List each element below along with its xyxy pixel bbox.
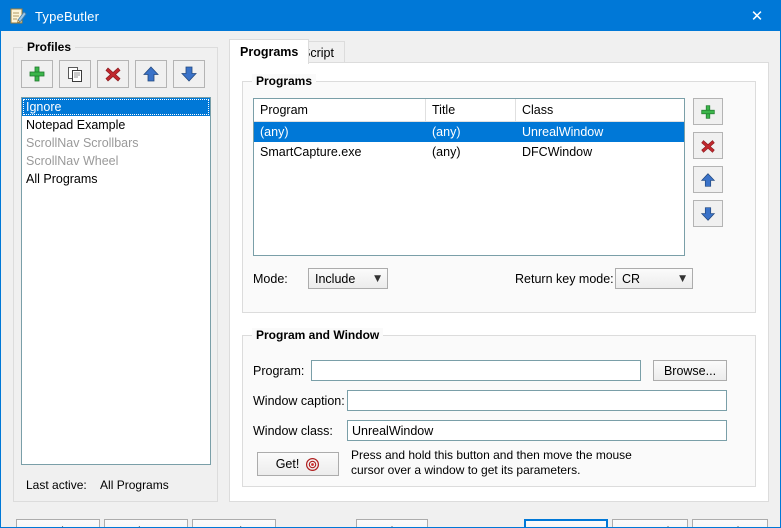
arrow-down-icon — [699, 205, 717, 223]
move-program-up-button[interactable] — [693, 166, 723, 193]
mode-bar: Mode: Include ▼ Return key mode: CR ▼ — [253, 268, 731, 290]
programs-group: Programs Program Title Class (any) (any)… — [242, 81, 756, 313]
program-and-window-group: Program and Window Program: Browse... Wi… — [242, 335, 756, 487]
delete-x-icon — [699, 137, 717, 155]
program-and-window-group-title: Program and Window — [252, 328, 383, 342]
get-button[interactable]: Get! — [257, 452, 339, 476]
column-header-program[interactable]: Program — [254, 99, 426, 121]
add-program-button[interactable] — [693, 98, 723, 125]
plus-icon — [27, 64, 47, 84]
cell-title: (any) — [426, 122, 516, 142]
last-active-status: Last active: All Programs — [26, 478, 169, 492]
profiles-panel: Profiles — [13, 47, 218, 502]
browse-button[interactable]: Browse... — [653, 360, 727, 381]
cell-class: UnrealWindow — [516, 122, 684, 142]
cell-class: DFCWindow — [516, 142, 684, 162]
programs-tab-page: Programs Program Title Class (any) (any)… — [229, 62, 769, 502]
about-button[interactable]: About — [104, 519, 188, 528]
profile-list-item[interactable]: Notepad Example — [22, 116, 210, 134]
profile-list-item[interactable]: All Programs — [22, 170, 210, 188]
chevron-down-icon: ▼ — [374, 274, 381, 284]
last-active-label: Last active: — [26, 478, 87, 492]
profile-list-item[interactable]: ScrollNav Wheel — [22, 152, 210, 170]
mode-select-value: Include — [315, 272, 355, 286]
table-row[interactable]: SmartCapture.exe (any) DFCWindow — [254, 142, 684, 162]
window-caption-input[interactable] — [347, 390, 727, 411]
delete-program-button[interactable] — [693, 132, 723, 159]
help-button[interactable]: Help — [16, 519, 100, 528]
mode-label: Mode: — [253, 268, 288, 290]
table-row[interactable]: (any) (any) UnrealWindow — [254, 122, 684, 142]
return-key-mode-value: CR — [622, 272, 640, 286]
return-key-mode-label: Return key mode: — [515, 268, 614, 290]
programs-table[interactable]: Program Title Class (any) (any) UnrealWi… — [253, 98, 685, 256]
profiles-toolbar — [21, 60, 205, 88]
move-profile-down-button[interactable] — [173, 60, 205, 88]
tab-strip: Programs Script — [229, 39, 769, 63]
close-icon[interactable]: ✕ — [734, 1, 780, 31]
move-program-down-button[interactable] — [693, 200, 723, 227]
options-button[interactable]: Options — [356, 519, 428, 528]
profile-list-item[interactable]: Ignore — [22, 98, 210, 116]
chevron-down-icon: ▼ — [679, 274, 686, 284]
arrow-up-icon — [141, 64, 161, 84]
window-class-row: Window class: — [253, 420, 733, 442]
arrow-up-icon — [699, 171, 717, 189]
tab-programs[interactable]: Programs — [229, 39, 309, 64]
client-area: Profiles — [1, 31, 780, 527]
add-profile-button[interactable] — [21, 60, 53, 88]
return-key-mode-select[interactable]: CR ▼ — [615, 268, 693, 289]
profiles-group-title: Profiles — [23, 40, 75, 54]
apply-button[interactable]: Apply — [692, 519, 768, 528]
arrow-down-icon — [179, 64, 199, 84]
cell-program: SmartCapture.exe — [254, 142, 426, 162]
cell-title: (any) — [426, 142, 516, 162]
mode-select[interactable]: Include ▼ — [308, 268, 388, 289]
window-caption-label: Window caption: — [253, 390, 345, 412]
programs-side-buttons — [693, 98, 723, 227]
profile-list-item[interactable]: ScrollNav Scrollbars — [22, 134, 210, 152]
target-crosshair-icon — [305, 457, 320, 472]
delete-profile-button[interactable] — [97, 60, 129, 88]
profiles-list[interactable]: Ignore Notepad Example ScrollNav Scrollb… — [21, 97, 211, 465]
programs-table-header: Program Title Class — [254, 99, 684, 122]
plus-icon — [699, 103, 717, 121]
window-title: TypeButler — [35, 9, 99, 24]
window-class-input[interactable] — [347, 420, 727, 441]
program-input[interactable] — [311, 360, 641, 381]
delete-x-icon — [103, 64, 123, 84]
bottom-button-bar: Help About Quit Options OK Cancel Apply — [1, 509, 780, 528]
programs-group-title: Programs — [252, 74, 316, 88]
ok-button[interactable]: OK — [524, 519, 608, 528]
title-bar: TypeButler ✕ — [1, 1, 780, 31]
notepad-pencil-icon — [9, 7, 27, 25]
last-active-value: All Programs — [100, 478, 169, 492]
column-header-class[interactable]: Class — [516, 99, 684, 121]
program-row: Program: Browse... — [253, 360, 733, 382]
typebutler-window: TypeButler ✕ Profiles — [0, 0, 781, 528]
copy-icon — [65, 64, 85, 84]
program-label: Program: — [253, 360, 304, 382]
move-profile-up-button[interactable] — [135, 60, 167, 88]
window-class-label: Window class: — [253, 420, 333, 442]
get-button-label: Get! — [276, 457, 300, 471]
column-header-title[interactable]: Title — [426, 99, 516, 121]
cancel-button[interactable]: Cancel — [612, 519, 688, 528]
get-button-hint: Press and hold this button and then move… — [351, 448, 632, 478]
quit-button[interactable]: Quit — [192, 519, 276, 528]
window-caption-row: Window caption: — [253, 390, 733, 412]
cell-program: (any) — [254, 122, 426, 142]
copy-profile-button[interactable] — [59, 60, 91, 88]
